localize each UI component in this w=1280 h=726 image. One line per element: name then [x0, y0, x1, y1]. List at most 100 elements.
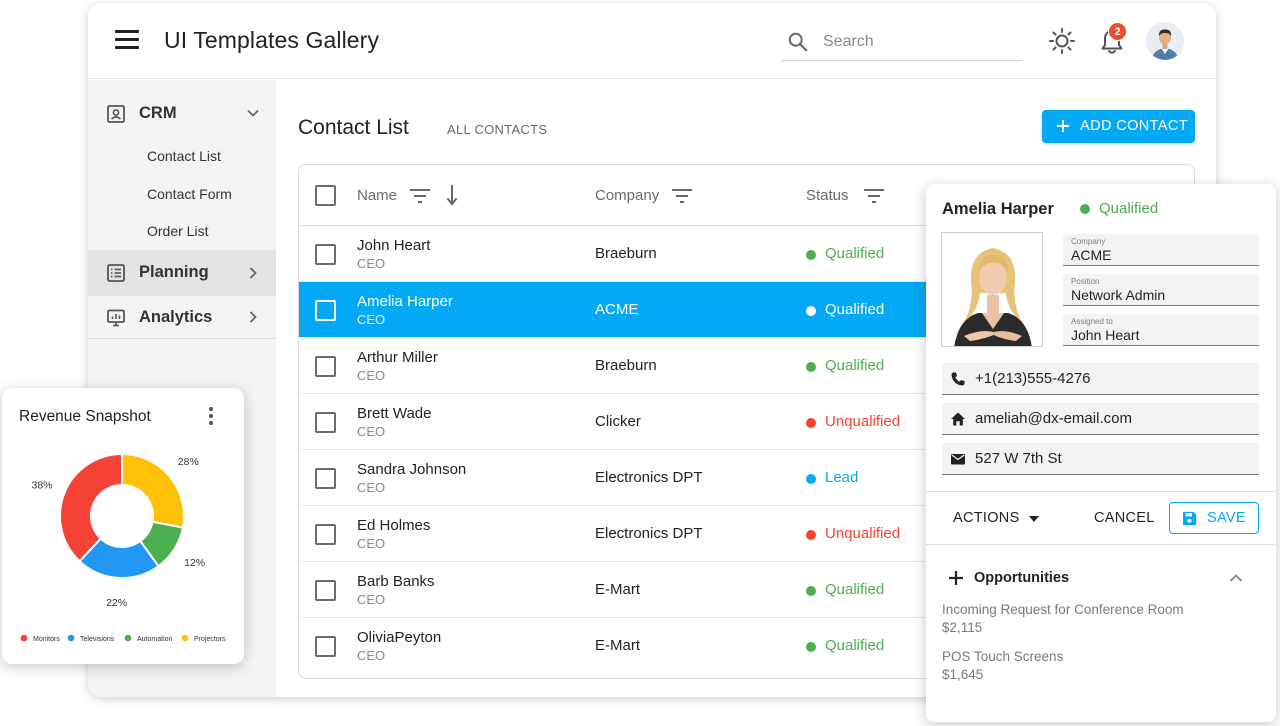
assigned-to-field[interactable]: Assigned to John Heart [1063, 314, 1259, 346]
contact-position: CEO [357, 592, 386, 607]
row-checkbox[interactable] [315, 412, 336, 433]
save-label: SAVE [1207, 510, 1246, 526]
phone-field[interactable]: +1(213)555-4276 [942, 363, 1259, 395]
sidebar-item-label: Analytics [139, 308, 213, 326]
legend-item-televisions[interactable]: Televisions [67, 634, 115, 643]
legend-marker [67, 634, 75, 642]
field-caption: Position [1071, 277, 1100, 286]
plus-icon [1057, 120, 1069, 132]
filter-icon[interactable] [863, 187, 885, 205]
sidebar-item-planning[interactable]: Planning [88, 250, 276, 296]
status-dot [806, 586, 816, 596]
status-text: Qualified [825, 581, 885, 598]
save-button[interactable]: SAVE [1169, 502, 1259, 534]
donut-label-projectors: 28% [178, 456, 199, 468]
home-icon [951, 412, 965, 426]
donut-label-monitors: 38% [31, 479, 52, 491]
contact-company: ACME [595, 301, 639, 318]
chevron-up-icon[interactable] [1229, 573, 1243, 583]
opportunity-name[interactable]: Incoming Request for Conference Room [942, 602, 1184, 617]
plus-icon[interactable] [948, 570, 964, 586]
contact-position: CEO [357, 368, 386, 383]
field-value: Network Admin [1071, 287, 1166, 303]
opportunity-amount: $1,645 [942, 667, 984, 682]
contact-name: Amelia Harper [357, 293, 453, 310]
chevron-right-icon [249, 267, 257, 279]
opportunities-title: Opportunities [974, 570, 1070, 586]
contact-name: Brett Wade [357, 405, 432, 422]
column-header-status[interactable]: Status [806, 187, 849, 204]
contact-company: Electronics DPT [595, 525, 703, 542]
address-value: 527 W 7th St [975, 450, 1062, 467]
search-box[interactable] [781, 25, 1022, 61]
filter-icon[interactable] [409, 187, 431, 205]
status-text: Qualified [825, 245, 885, 262]
sun-icon[interactable] [1048, 27, 1076, 55]
monitor-chart-icon [107, 309, 125, 327]
contact-card: Amelia Harper Qualified Company ACME Pos… [926, 184, 1276, 722]
page-title: Contact List [298, 116, 409, 139]
opportunity-name[interactable]: POS Touch Screens [942, 649, 1063, 664]
contact-company: Braeburn [595, 357, 657, 374]
add-contact-button[interactable]: ADD CONTACT [1042, 110, 1195, 143]
search-input[interactable] [823, 29, 1013, 55]
position-field[interactable]: Position Network Admin [1063, 274, 1259, 306]
legend-marker [181, 634, 189, 642]
contact-position: CEO [357, 648, 386, 663]
list-icon [107, 264, 125, 282]
add-contact-label: ADD CONTACT [1080, 118, 1189, 134]
sidebar-item-analytics[interactable]: Analytics [88, 296, 276, 340]
column-header-name[interactable]: Name [357, 187, 397, 204]
contact-position: CEO [357, 312, 386, 327]
donut-slice-projectors[interactable] [121, 452, 185, 529]
sidebar-item-label: Planning [139, 263, 209, 281]
status-dot [806, 250, 816, 260]
status-text: Unqualified [825, 413, 901, 430]
contact-position: CEO [357, 424, 386, 439]
row-checkbox[interactable] [315, 524, 336, 545]
sidebar-item-label: CRM [139, 104, 177, 122]
sidebar-subitem-contact-list[interactable]: Contact List [147, 148, 221, 164]
contact-name: OliviaPeyton [357, 629, 442, 646]
row-checkbox[interactable] [315, 636, 336, 657]
row-checkbox[interactable] [315, 580, 336, 601]
phone-icon [951, 372, 965, 386]
contact-name: Arthur Miller [357, 349, 438, 366]
legend-label: Projectors [194, 636, 226, 643]
cancel-button[interactable]: CANCEL [1094, 510, 1155, 526]
legend-item-projectors[interactable]: Projectors [181, 634, 226, 643]
email-value: ameliah@dx-email.com [975, 410, 1132, 427]
page-subtitle-tab[interactable]: ALL CONTACTS [447, 122, 547, 137]
sidebar-subitem-contact-form[interactable]: Contact Form [147, 186, 232, 202]
save-icon [1183, 512, 1196, 525]
caret-down-icon[interactable] [1028, 515, 1040, 523]
mail-icon [951, 454, 965, 465]
row-checkbox[interactable] [315, 468, 336, 489]
contact-photo [941, 232, 1043, 347]
card-divider [926, 544, 1276, 545]
status-dot [806, 474, 816, 484]
phone-value: +1(213)555-4276 [975, 370, 1091, 387]
opportunity-amount: $2,115 [942, 620, 983, 635]
row-checkbox[interactable] [315, 300, 336, 321]
sidebar-subitem-order-list[interactable]: Order List [147, 223, 208, 239]
address-field[interactable]: 527 W 7th St [942, 443, 1259, 475]
menu-icon[interactable] [115, 30, 141, 52]
legend-item-monitors[interactable]: Monitors [20, 634, 61, 643]
sort-descending-icon[interactable] [445, 183, 459, 207]
sidebar-item-crm[interactable]: CRM [88, 92, 276, 136]
chevron-down-icon [247, 109, 259, 117]
legend-item-automation[interactable]: Automation [124, 634, 173, 643]
email-field[interactable]: ameliah@dx-email.com [942, 403, 1259, 435]
row-checkbox[interactable] [315, 244, 336, 265]
revenue-snapshot-card: Revenue Snapshot 38% 22% 12% 28% Monitors Tel… [2, 388, 244, 664]
actions-dropdown[interactable]: ACTIONS [953, 510, 1020, 526]
column-header-company[interactable]: Company [595, 187, 659, 204]
row-checkbox[interactable] [315, 356, 336, 377]
select-all-checkbox[interactable] [315, 185, 336, 206]
company-field[interactable]: Company ACME [1063, 234, 1259, 266]
status-dot [806, 642, 816, 652]
status-dot [806, 362, 816, 372]
filter-icon[interactable] [671, 187, 693, 205]
avatar[interactable] [1146, 22, 1184, 60]
